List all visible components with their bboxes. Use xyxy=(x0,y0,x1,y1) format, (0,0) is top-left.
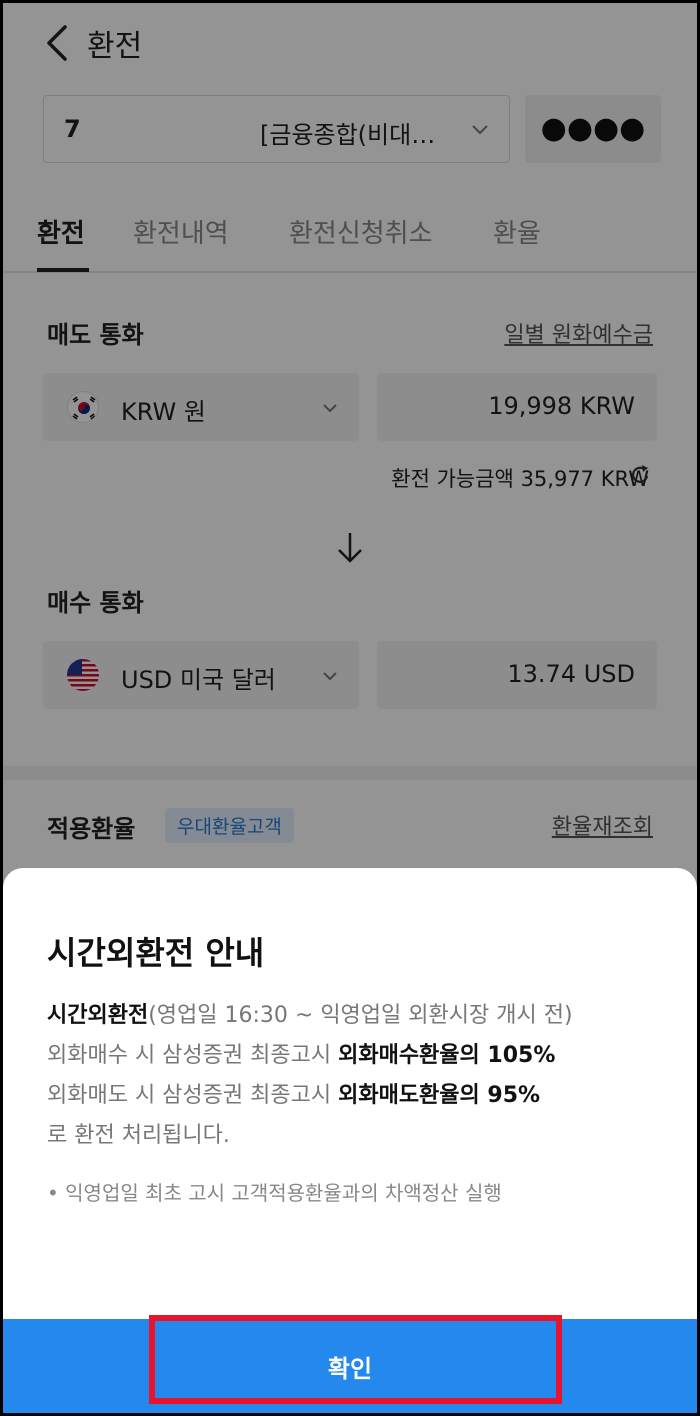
after-hours-exchange-modal: 시간외환전 안내 시간외환전(영업일 16:30 ~ 익영업일 외환시장 개시 … xyxy=(3,868,697,1413)
confirm-button-label: 확인 xyxy=(327,1355,373,1383)
notice-line-2-bold: 외화매수환율의 105% xyxy=(338,1043,556,1068)
notice-line-3: 외화매도 시 삼성증권 최종고시 외화매도환율의 95% xyxy=(47,1076,657,1116)
notice-line-3-pre: 외화매도 시 삼성증권 최종고시 xyxy=(47,1083,339,1108)
notice-line-3-bold: 외화매도환율의 95% xyxy=(338,1083,541,1108)
notice-line-1-bold: 시간외환전 xyxy=(47,1003,149,1028)
notice-line-1-rest: (영업일 16:30 ~ 익영업일 외환시장 개시 전) xyxy=(148,1003,573,1028)
modal-notice: 시간외환전(영업일 16:30 ~ 익영업일 외환시장 개시 전) 외화매수 시… xyxy=(47,996,657,1156)
notice-bullet: • 익영업일 최초 고시 고객적용환율과의 차액정산 실행 xyxy=(47,1181,502,1205)
notice-line-4: 로 환전 처리됩니다. xyxy=(47,1123,230,1148)
modal-title: 시간외환전 안내 xyxy=(47,934,265,972)
notice-line-2-pre: 외화매수 시 삼성증권 최종고시 xyxy=(47,1043,339,1068)
app-screen: 환전 7 [금융종합(비대… ●●●● 환전 환전내역 환전신청취소 환율 매도… xyxy=(3,3,697,1413)
notice-line-2: 외화매수 시 삼성증권 최종고시 외화매수환율의 105% xyxy=(47,1036,657,1076)
confirm-button[interactable]: 확인 xyxy=(3,1319,697,1413)
notice-line-1: 시간외환전(영업일 16:30 ~ 익영업일 외환시장 개시 전) xyxy=(47,996,657,1036)
